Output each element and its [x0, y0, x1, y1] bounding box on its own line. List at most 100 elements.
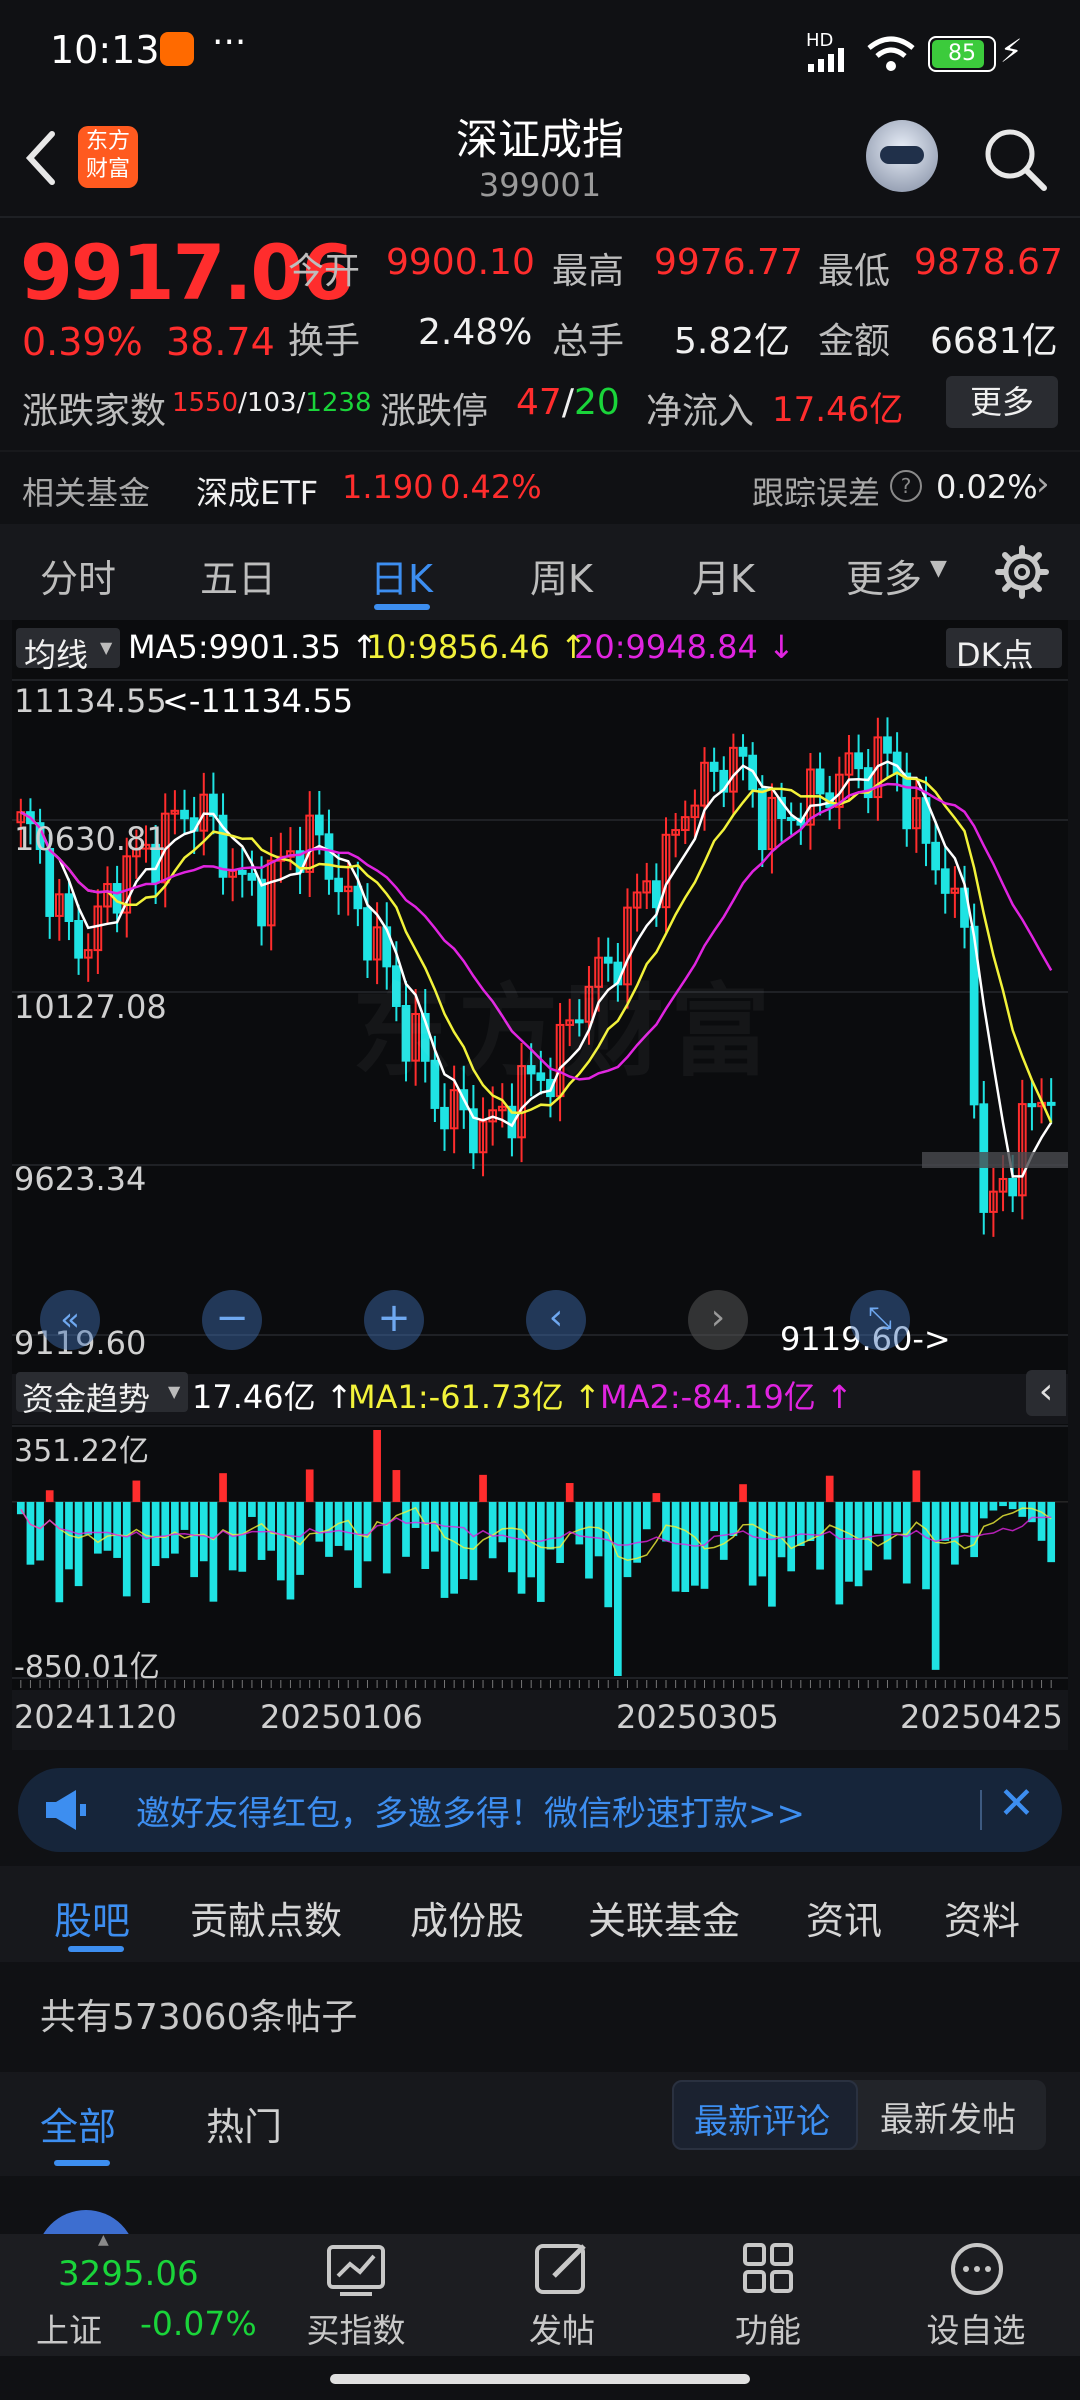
fullscreen-button[interactable]: ⤡: [850, 1290, 910, 1350]
flow-bar: [286, 1501, 295, 1600]
scroll-left-button[interactable]: ‹: [526, 1290, 586, 1350]
search-icon[interactable]: [982, 126, 1048, 192]
tab-contribution-points[interactable]: 贡献点数: [190, 1890, 342, 1945]
tab-five-day[interactable]: 五日: [200, 548, 276, 603]
filter-all[interactable]: 全部: [40, 2096, 116, 2151]
candle-down: [45, 848, 55, 917]
add-watchlist-icon[interactable]: [950, 2242, 1004, 2296]
candle-down: [440, 1106, 449, 1130]
tab-profile[interactable]: 资料: [944, 1890, 1020, 1945]
flow-bar: [488, 1501, 497, 1559]
stock-code: 399001: [478, 166, 602, 204]
page-title: 深证成指: [455, 115, 624, 164]
candle-down: [334, 877, 343, 893]
flow-ma2: MA2:-84.19亿 ↑: [600, 1378, 853, 1416]
assistant-robot-icon[interactable]: [866, 120, 938, 192]
open-label: 今开: [288, 251, 361, 292]
tab-news[interactable]: 资讯: [806, 1890, 882, 1945]
flat-count: 103: [246, 388, 297, 418]
zoom-out-button[interactable]: −: [202, 1290, 262, 1350]
scroll-right-button[interactable]: ›: [688, 1290, 748, 1350]
help-icon[interactable]: ?: [890, 470, 922, 502]
ma20-text: 20:9948.84: [574, 628, 758, 666]
signal-icon: [808, 48, 844, 72]
ma10-value: 10:9856.46 ↑: [366, 628, 587, 666]
sort-latest-post[interactable]: 最新发帖: [880, 2092, 1016, 2141]
candle-down: [353, 885, 363, 910]
tab-intraday[interactable]: 分时: [40, 548, 116, 603]
ma-selector[interactable]: 均线 ▼: [16, 628, 120, 674]
flow-bar: [354, 1501, 362, 1588]
compose-post-icon[interactable]: [534, 2240, 590, 2296]
zoom-in-button[interactable]: +: [364, 1290, 424, 1350]
flow-bar: [132, 1480, 141, 1502]
sort-latest-comment[interactable]: 最新评论: [672, 2080, 858, 2150]
turnover-label: 换手: [288, 321, 361, 362]
tab-related-funds[interactable]: 关联基金: [588, 1890, 740, 1945]
flow-value: 17.46亿 ↑: [192, 1378, 353, 1416]
turnover-value: 2.48%: [418, 312, 533, 353]
flow-bar: [979, 1501, 988, 1519]
tab-daily-k[interactable]: 日K: [370, 548, 433, 603]
settings-gear-icon[interactable]: [994, 544, 1050, 600]
flow-bar: [739, 1484, 747, 1502]
add-watchlist-label[interactable]: 设自选: [896, 2304, 1056, 2352]
tab-monthly-k[interactable]: 月K: [692, 548, 755, 603]
change-percent: 0.39%: [22, 320, 143, 364]
tab-weekly-k[interactable]: 周K: [530, 548, 593, 603]
candle-down: [237, 869, 247, 875]
status-bar: 10:13 ··· HD 85 ⚡: [0, 0, 1080, 100]
battery-level: 85: [948, 41, 976, 66]
collapse-panel-button[interactable]: ‹: [1026, 1370, 1066, 1416]
avatar[interactable]: [36, 2210, 136, 2236]
flow-bar: [84, 1501, 93, 1535]
filter-hot[interactable]: 热门: [206, 2096, 282, 2151]
section-tab-bar: [0, 1866, 1080, 1962]
close-icon[interactable]: ✕: [998, 1778, 1035, 1829]
y-tick-label: 9623.34: [14, 1160, 147, 1198]
flow-bar: [469, 1501, 478, 1581]
flow-bar: [440, 1501, 449, 1598]
flow-bar: [305, 1469, 314, 1502]
candle-down: [74, 919, 83, 959]
functions-grid-icon[interactable]: [742, 2242, 794, 2294]
app-logo[interactable]: 东方财富: [78, 126, 138, 188]
tab-constituents[interactable]: 成份股: [410, 1890, 524, 1945]
candle-down: [883, 736, 892, 754]
flow-bar: [45, 1490, 54, 1502]
ma10-text: 10:9856.46: [366, 628, 550, 666]
fund-name[interactable]: 深成ETF: [196, 468, 318, 514]
flow-bar: [902, 1501, 911, 1584]
index-name[interactable]: 上证: [36, 2304, 102, 2352]
flow-bar: [960, 1501, 969, 1533]
buy-index-label[interactable]: 买指数: [276, 2304, 436, 2352]
flow-bar: [835, 1501, 844, 1605]
ma5-value: MA5:9901.35 ↑: [128, 628, 378, 666]
dk-point-button[interactable]: DK点: [946, 628, 1062, 674]
flow-selector[interactable]: 资金趋势 ▼: [16, 1372, 188, 1418]
candle-down: [314, 814, 324, 836]
kline-chart[interactable]: 均线 ▼ MA5:9901.35 ↑ 10:9856.46 ↑ 20:9948.…: [12, 620, 1068, 1750]
scroll-left-fast-button[interactable]: «: [40, 1290, 100, 1350]
promo-banner[interactable]: 邀好友得红包，多邀多得！微信秒速打款>> ✕: [18, 1768, 1062, 1852]
limit-up-count: 47: [516, 382, 562, 423]
flow-bar: [748, 1501, 757, 1586]
x-tick-label: 20250305: [616, 1698, 779, 1736]
kline-chart-svg[interactable]: [12, 620, 1068, 1750]
compose-post-label[interactable]: 发帖: [482, 2304, 642, 2352]
candle-down: [854, 752, 863, 770]
chevron-right-icon[interactable]: ›: [1036, 464, 1050, 504]
more-button[interactable]: 更多: [946, 376, 1058, 428]
buy-index-icon[interactable]: [326, 2244, 386, 2296]
tab-more[interactable]: 更多: [846, 548, 922, 603]
flow-bar: [1047, 1501, 1056, 1563]
candle-down: [180, 809, 189, 820]
functions-label[interactable]: 功能: [688, 2304, 848, 2352]
tab-stock-forum[interactable]: 股吧: [54, 1890, 130, 1945]
flow-bar: [517, 1501, 526, 1594]
x-tick-label: 20241120: [14, 1698, 177, 1736]
back-icon[interactable]: [22, 128, 58, 188]
flow-bar: [604, 1501, 613, 1608]
tracking-error-label: 跟踪误差: [752, 474, 881, 512]
battery-icon: 85: [928, 36, 996, 72]
